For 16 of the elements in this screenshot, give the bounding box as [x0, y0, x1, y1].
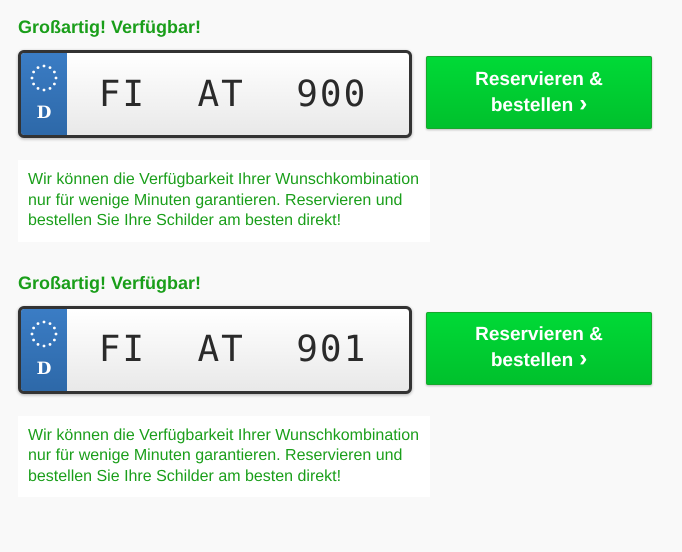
plate-characters: AT — [197, 74, 245, 114]
eu-stars-icon — [29, 63, 59, 93]
availability-heading: Großartig! Verfügbar! — [18, 16, 202, 38]
country-code: D — [36, 103, 52, 123]
plate-characters: 900 — [296, 74, 368, 114]
country-code: D — [36, 358, 52, 378]
plate-characters: FI — [98, 74, 146, 114]
reserve-order-button[interactable]: Reservieren & bestellen › — [426, 56, 652, 129]
plate-characters: 901 — [296, 329, 368, 370]
plate-characters: FI — [98, 329, 146, 370]
availability-note: Wir können die Verfügbarkeit Ihrer Wunschkombination nur für wenige Minuten garantieren. Reservieren und bestellen Sie Ihre Schilder am besten direkt! — [18, 416, 430, 497]
availability-heading: Großartig! Verfügbar! — [18, 272, 202, 294]
reserve-order-button[interactable]: Reservieren & bestellen › — [426, 312, 652, 384]
eu-stars-icon — [29, 318, 59, 348]
plate-characters: AT — [197, 329, 245, 370]
availability-note: Wir können die Verfügbarkeit Ihrer Wunschkombination nur für wenige Minuten garantieren. Reservieren und bestellen Sie Ihre Schilder am besten direkt! — [18, 160, 430, 242]
